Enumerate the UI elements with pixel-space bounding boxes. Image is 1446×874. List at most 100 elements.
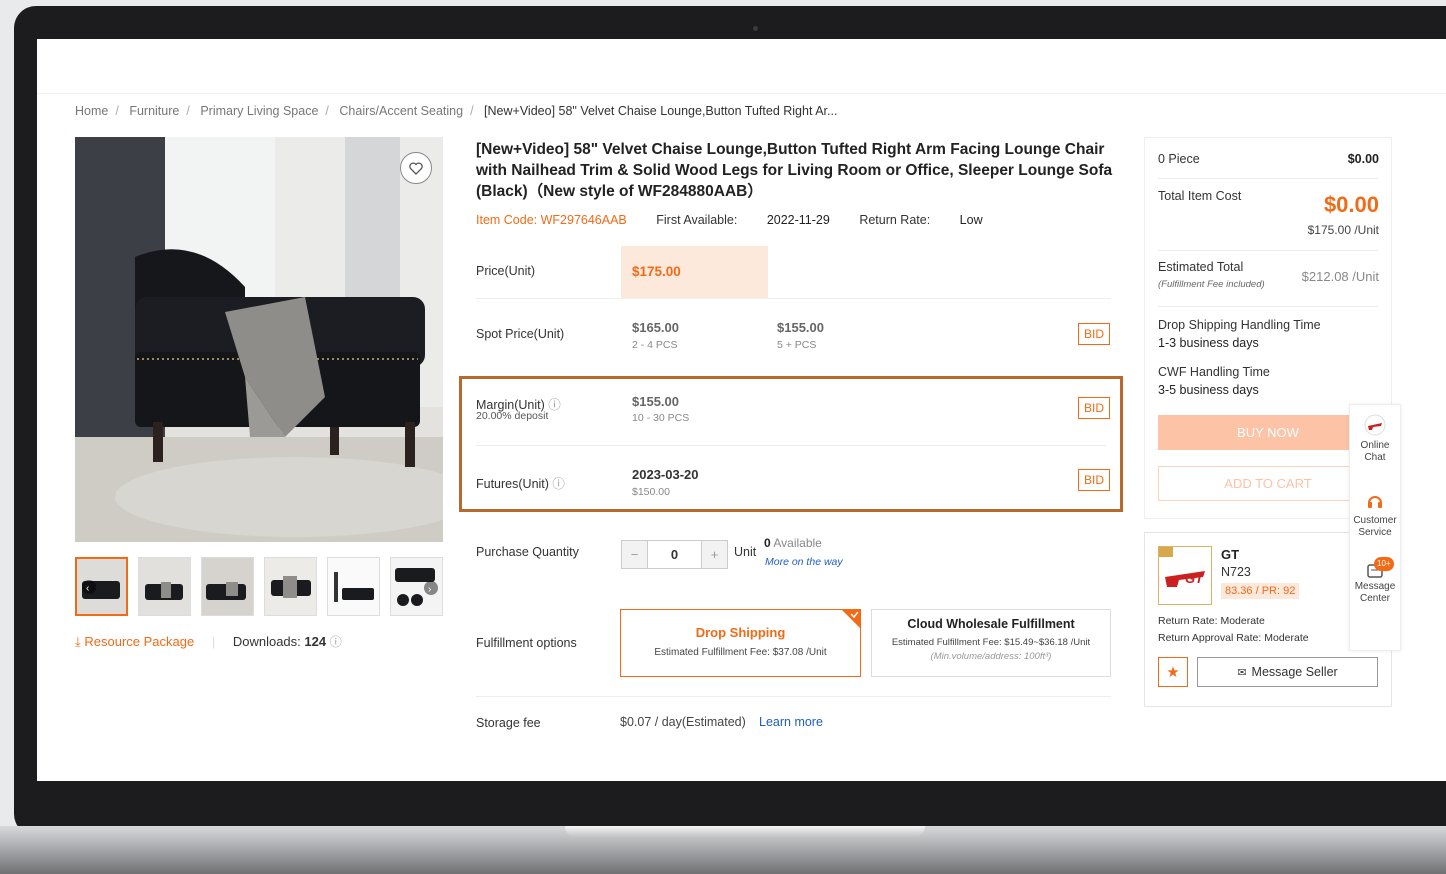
- seller-logo[interactable]: GT: [1158, 546, 1212, 605]
- cloud-wholesale-option[interactable]: Cloud Wholesale Fulfillment Estimated Fu…: [871, 609, 1111, 677]
- top-header-bar: [37, 39, 1446, 94]
- ds-handling-value: 1-3 business days: [1158, 336, 1259, 350]
- futures-label-row: Futures(Unit) ⓘ: [476, 473, 565, 492]
- margin-bid-button[interactable]: BID: [1078, 397, 1110, 419]
- star-icon: ★: [1166, 664, 1180, 681]
- seller-approval-value: Moderate: [1264, 632, 1309, 644]
- seller-logo-text: GT: [1185, 571, 1204, 586]
- thumbnail-4[interactable]: [264, 557, 317, 616]
- selected-corner-check-icon: [841, 609, 861, 629]
- ds-handling-label: Drop Shipping Handling Time: [1158, 318, 1321, 332]
- seller-return-rate-value: Moderate: [1220, 615, 1265, 627]
- item-code: Item Code: WF297646AAB: [476, 213, 627, 227]
- seller-approval-rate: Return Approval Rate: Moderate: [1158, 632, 1309, 644]
- return-rate-label: Return Rate:: [859, 213, 931, 227]
- drop-shipping-title: Drop Shipping: [695, 625, 786, 640]
- cwf-handling-value: 3-5 business days: [1158, 383, 1259, 397]
- spot-qty-1: 2 - 4 PCS: [632, 339, 678, 351]
- learn-more-link[interactable]: Learn more: [759, 715, 823, 729]
- seller-code: N723: [1221, 565, 1251, 579]
- downloads-count: 124: [304, 634, 327, 649]
- fulfillment-label: Fulfillment options: [476, 636, 577, 650]
- downloads-label: Downloads:: [232, 634, 301, 649]
- price-value: $175.00: [632, 264, 681, 279]
- cwf-note: (Min.volume/address: 100ft³): [930, 651, 1052, 662]
- product-title: [New+Video] 58" Velvet Chaise Lounge,But…: [476, 141, 1113, 200]
- floating-service-bar: Online Chat Customer Service 10+ Message…: [1349, 404, 1401, 651]
- futures-date: 2023-03-20: [632, 467, 699, 482]
- more-on-the-way-link[interactable]: More on the way: [765, 556, 843, 568]
- resource-package-link[interactable]: Resource Package: [84, 634, 194, 649]
- help-circle-icon[interactable]: ⓘ: [330, 635, 342, 649]
- cwf-handling-label: CWF Handling Time: [1158, 365, 1270, 379]
- favorite-heart-button[interactable]: [400, 152, 432, 184]
- estimated-total-value: $212.08 /Unit: [1301, 269, 1379, 284]
- purchase-quantity-label: Purchase Quantity: [476, 545, 579, 559]
- seller-return-rate: Return Rate: Moderate: [1158, 615, 1265, 627]
- add-to-cart-button[interactable]: ADD TO CART: [1158, 466, 1378, 501]
- futures-bid-button[interactable]: BID: [1078, 469, 1110, 491]
- headset-icon: [1368, 496, 1382, 508]
- seller-logo-image: GT: [1159, 547, 1205, 587]
- total-item-cost-label: Total Item Cost: [1158, 189, 1242, 203]
- download-icon: ⤓: [75, 634, 85, 649]
- quantity-minus-button[interactable]: −: [622, 541, 648, 568]
- thumbnail-strip: ‹ ›: [75, 557, 443, 616]
- breadcrumb-chairs[interactable]: Chairs/Accent Seating: [339, 104, 463, 118]
- thumbnail-3[interactable]: [201, 557, 254, 616]
- divider: [476, 445, 1106, 446]
- quantity-stepper: − 0 +: [621, 540, 728, 569]
- drop-shipping-fee: Estimated Fulfillment Fee: $37.08 /Unit: [654, 647, 827, 658]
- pieces-count: 0 Piece: [1158, 152, 1200, 166]
- breadcrumb: Home / Furniture / Primary Living Space / C…: [75, 104, 838, 118]
- quantity-unit: Unit: [734, 545, 757, 559]
- message-badge: 10+: [1374, 557, 1394, 571]
- spot-price-1: $165.00: [632, 320, 679, 335]
- product-main-image[interactable]: [75, 137, 443, 542]
- drop-shipping-option[interactable]: Drop Shipping Estimated Fulfillment Fee:…: [620, 609, 861, 677]
- spot-price-label: Spot Price(Unit): [476, 327, 565, 341]
- breadcrumb-home[interactable]: Home: [75, 104, 108, 118]
- futures-price: $150.00: [632, 486, 670, 498]
- spot-qty-2: 5 + PCS: [777, 339, 817, 351]
- message-center-label-2: Center: [1359, 593, 1390, 604]
- customer-service-label-2: Service: [1358, 527, 1392, 538]
- online-chat-button[interactable]: Online Chat: [1350, 414, 1400, 464]
- thumbnail-6[interactable]: ›: [390, 557, 443, 616]
- product-meta: Item Code: WF297646AAB First Available: …: [476, 213, 1035, 227]
- total-item-cost: $0.00: [1323, 192, 1379, 217]
- customer-service-button[interactable]: Customer Service: [1350, 493, 1400, 539]
- follow-star-button[interactable]: ★: [1158, 657, 1188, 687]
- chat-logo-icon: [1364, 414, 1386, 436]
- seller-approval-label: Return Approval Rate:: [1158, 632, 1262, 644]
- first-available-date: 2022-11-29: [766, 213, 830, 227]
- thumbnail-1[interactable]: ‹: [75, 557, 128, 616]
- first-available-label: First Available:: [656, 213, 738, 227]
- estimated-total-note: (Fulfillment Fee included): [1158, 279, 1265, 290]
- quantity-plus-button[interactable]: +: [701, 541, 727, 568]
- cwf-title: Cloud Wholesale Fulfillment: [907, 617, 1075, 631]
- thumbnail-5[interactable]: [327, 557, 380, 616]
- laptop-notch: [565, 826, 925, 838]
- breadcrumb-primary-living-space[interactable]: Primary Living Space: [200, 104, 318, 118]
- divider: [476, 696, 1111, 697]
- help-circle-icon[interactable]: ⓘ: [549, 477, 565, 491]
- message-seller-label: Message Seller: [1251, 665, 1338, 679]
- buy-now-button[interactable]: BUY NOW: [1158, 415, 1378, 450]
- price-label: Price(Unit): [476, 264, 536, 278]
- customer-service-label: Customer: [1353, 515, 1397, 526]
- availability: 0 Available: [764, 536, 822, 550]
- futures-label: Futures(Unit): [476, 477, 549, 491]
- spot-bid-button[interactable]: BID: [1078, 323, 1110, 345]
- quantity-input[interactable]: 0: [648, 541, 701, 568]
- estimated-total-label: Estimated Total: [1158, 260, 1244, 274]
- thumbnail-2[interactable]: [138, 557, 191, 616]
- seller-return-rate-label: Return Rate:: [1158, 615, 1218, 627]
- unit-price: $175.00 /Unit: [1307, 223, 1379, 237]
- message-center-button[interactable]: 10+ Message Center: [1350, 557, 1400, 605]
- message-seller-button[interactable]: ✉ Message Seller: [1197, 657, 1378, 687]
- chevron-left-icon: ‹: [86, 583, 89, 594]
- margin-qty: 10 - 30 PCS: [632, 412, 690, 424]
- breadcrumb-furniture[interactable]: Furniture: [129, 104, 179, 118]
- browser-screen: Home / Furniture / Primary Living Space / C…: [37, 39, 1446, 781]
